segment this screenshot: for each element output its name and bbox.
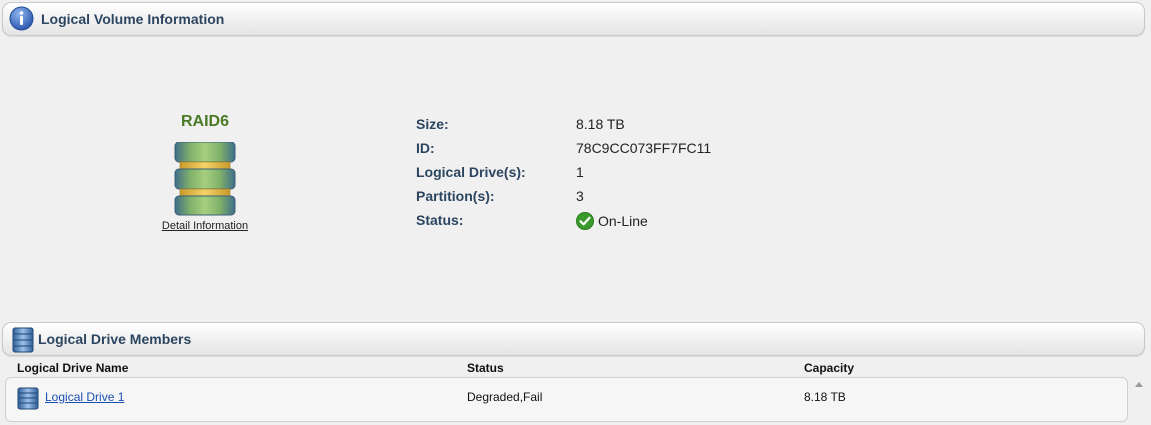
volume-info-title: Logical Volume Information — [41, 11, 225, 27]
property-value: 3 — [576, 188, 584, 204]
column-header-capacity: Capacity — [804, 361, 855, 375]
property-label: Logical Drive(s): — [416, 164, 526, 180]
drive-capacity: 8.18 TB — [804, 390, 846, 404]
drive-status: Degraded,Fail — [467, 390, 543, 404]
property-label: Size: — [416, 116, 449, 132]
raid-summary: RAID6 Detail Information — [140, 113, 270, 234]
property-label: Status: — [416, 212, 464, 228]
server-icon — [12, 327, 34, 353]
raid-level: RAID6 — [180, 113, 229, 130]
drive-icon — [17, 387, 39, 410]
property-value: 1 — [576, 164, 584, 180]
check-circle-icon — [576, 212, 594, 230]
property-value: 8.18 TB — [576, 116, 625, 132]
members-table: Logical Drive 1 Degraded,Fail 8.18 TB — [5, 377, 1128, 422]
logical-drive-link[interactable]: Logical Drive 1 — [45, 390, 124, 404]
column-header-status: Status — [467, 361, 504, 375]
info-icon — [9, 6, 34, 31]
status-text: On-Line — [598, 213, 648, 229]
property-label: ID: — [416, 140, 435, 156]
property-value: 78C9CC073FF7FC11 — [576, 140, 712, 156]
raid-stack-icon — [174, 142, 236, 216]
status-value: On-Line — [576, 212, 648, 230]
column-header-name: Logical Drive Name — [17, 361, 129, 375]
property-label: Partition(s): — [416, 188, 495, 204]
volume-info-header: Logical Volume Information — [2, 2, 1145, 36]
scroll-up-arrow[interactable] — [1135, 382, 1143, 387]
drive-members-header: Logical Drive Members — [2, 322, 1145, 356]
drive-members-title: Logical Drive Members — [38, 331, 192, 347]
detail-information-link[interactable]: Detail Information — [162, 220, 248, 232]
